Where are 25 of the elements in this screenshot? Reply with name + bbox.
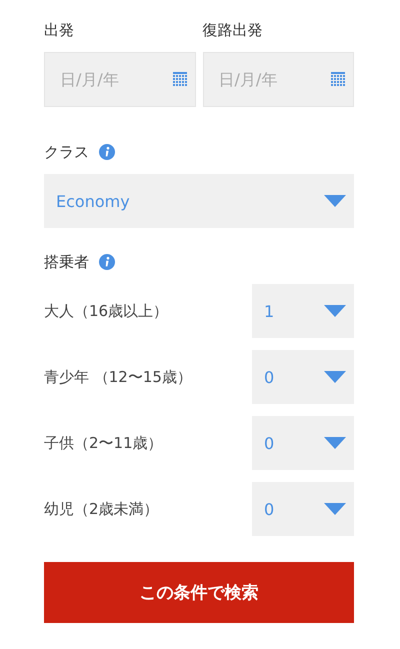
passenger-label: 子供（2〜11歳） [44, 434, 163, 452]
info-icon[interactable] [99, 254, 115, 270]
calendar-icon[interactable] [331, 72, 345, 86]
caret-icon [324, 437, 346, 449]
dropdown[interactable]: 1 [252, 284, 354, 338]
date-field[interactable]: 日/月/年 [202, 52, 354, 107]
field-label: 復路出発 [202, 20, 264, 40]
section-label: 搭乗者 [44, 252, 89, 272]
caret-icon [324, 371, 346, 383]
passenger-label: 幼児（2歳未満） [44, 500, 159, 518]
passenger-label: 大人（16歳以上） [44, 302, 168, 320]
field-label: 出発 [44, 20, 75, 40]
search-button[interactable]: この条件で検索 [44, 562, 354, 623]
caret-icon [324, 305, 346, 317]
caret-icon [324, 503, 346, 515]
passenger-label: 青少年 （12〜15歳） [44, 368, 192, 386]
info-icon[interactable] [99, 144, 115, 160]
date-field[interactable]: 日/月/年 [44, 52, 196, 107]
calendar-icon[interactable] [172, 72, 186, 86]
dropdown[interactable]: 0 [252, 416, 354, 470]
section-label: クラス [44, 142, 89, 162]
caret-icon [324, 195, 346, 207]
dropdown[interactable]: Economy [44, 174, 354, 228]
dropdown[interactable]: 0 [252, 482, 354, 536]
dropdown[interactable]: 0 [252, 350, 354, 404]
